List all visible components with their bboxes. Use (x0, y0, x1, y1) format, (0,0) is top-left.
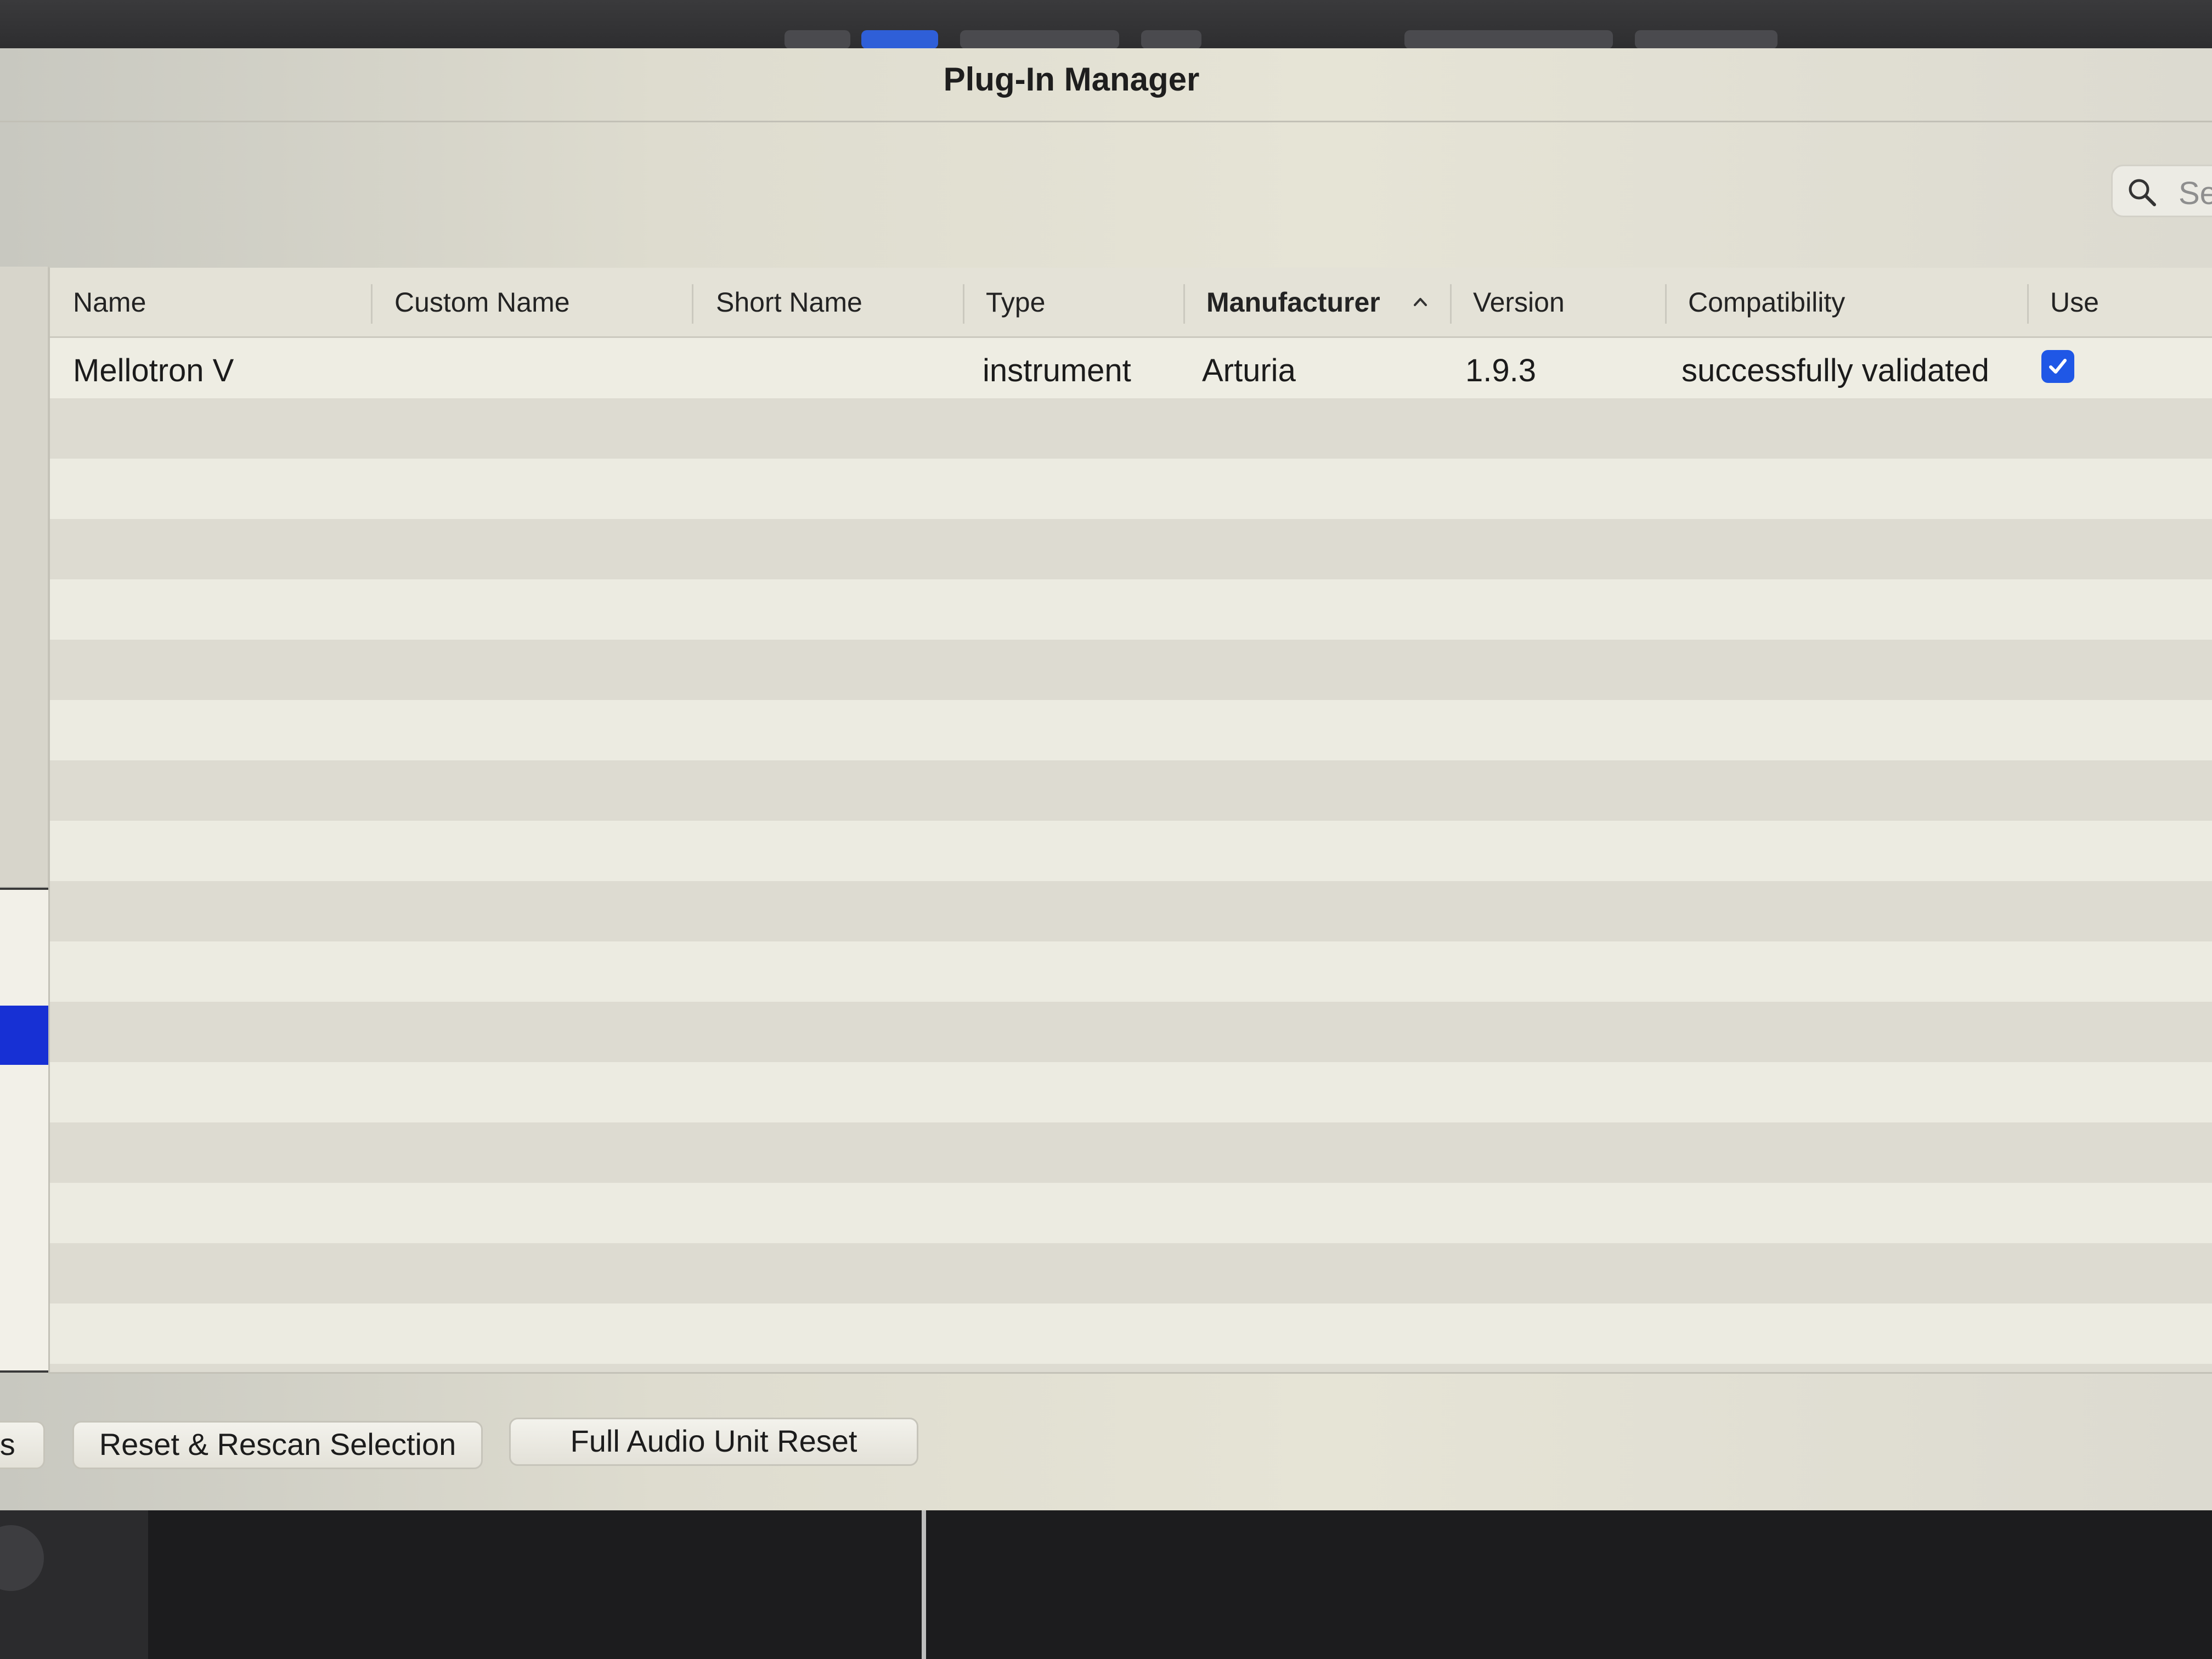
cell-name: Mellotron V (73, 353, 234, 388)
background-toolbar-control (1141, 30, 1201, 49)
background-toolbar-control (960, 30, 1119, 49)
partial-button[interactable]: ts (0, 1421, 45, 1469)
title-bar: Plug-In Manager (0, 48, 2212, 122)
column-separator[interactable] (2027, 284, 2029, 324)
column-separator[interactable] (1450, 284, 1452, 324)
plugin-manager-window: Plug-In Manager Se Name Custom Name Shor… (0, 48, 2212, 1510)
column-header-type[interactable]: Type (986, 286, 1045, 318)
column-header-short-name[interactable]: Short Name (716, 286, 862, 318)
reset-rescan-selection-button[interactable]: Reset & Rescan Selection (72, 1421, 483, 1469)
full-audio-unit-reset-button[interactable]: Full Audio Unit Reset (509, 1418, 918, 1466)
background-toolbar-control (785, 30, 850, 49)
cell-compatibility: successfully validated (1681, 353, 1989, 388)
search-icon (2129, 179, 2156, 206)
background-workspace (0, 1503, 2212, 1659)
search-field[interactable]: Se (2111, 165, 2212, 217)
column-header-manufacturer[interactable]: Manufacturer (1206, 286, 1380, 318)
column-separator[interactable] (692, 284, 693, 324)
column-header-custom-name[interactable]: Custom Name (394, 286, 570, 318)
use-checkbox[interactable] (2041, 350, 2074, 383)
column-header-version[interactable]: Version (1473, 286, 1565, 318)
background-divider (922, 1503, 926, 1659)
window-title: Plug-In Manager (943, 61, 1200, 98)
table-body: Mellotron V instrument Arturia 1.9.3 suc… (50, 338, 2212, 1372)
background-toolbar-control (1404, 30, 1613, 49)
search-placeholder: Se (2179, 176, 2212, 211)
background-toolbar-control (1635, 30, 1778, 49)
table-header: Name Custom Name Short Name Type Manufac… (50, 268, 2212, 338)
cell-version: 1.9.3 (1465, 353, 1536, 388)
background-toolbar-control (861, 30, 938, 49)
column-separator[interactable] (371, 284, 373, 324)
column-separator[interactable] (1665, 284, 1667, 324)
cell-manufacturer: Arturia (1202, 353, 1296, 388)
column-separator[interactable] (1183, 284, 1185, 324)
column-header-name[interactable]: Name (73, 286, 146, 318)
background-menubar (0, 0, 2212, 55)
column-separator[interactable] (963, 284, 964, 324)
plugin-table: Name Custom Name Short Name Type Manufac… (48, 268, 2212, 1374)
column-header-use[interactable]: Use (2050, 286, 2099, 318)
sort-ascending-icon (1414, 298, 1427, 306)
cell-type: instrument (983, 353, 1131, 388)
column-header-compatibility[interactable]: Compatibility (1688, 286, 1845, 318)
checkmark-icon (2049, 359, 2067, 374)
table-row[interactable]: Mellotron V instrument Arturia 1.9.3 suc… (50, 338, 2212, 398)
category-sidebar[interactable] (0, 267, 49, 887)
